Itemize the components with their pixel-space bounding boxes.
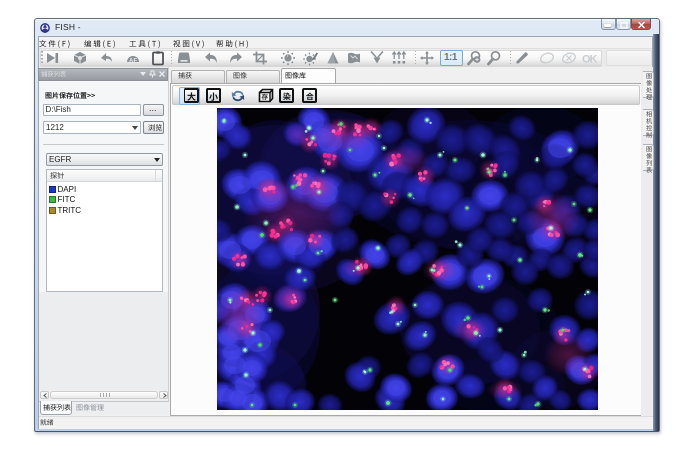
svg-text:OK: OK [582, 53, 598, 65]
svg-text:AF: AF [129, 58, 137, 64]
